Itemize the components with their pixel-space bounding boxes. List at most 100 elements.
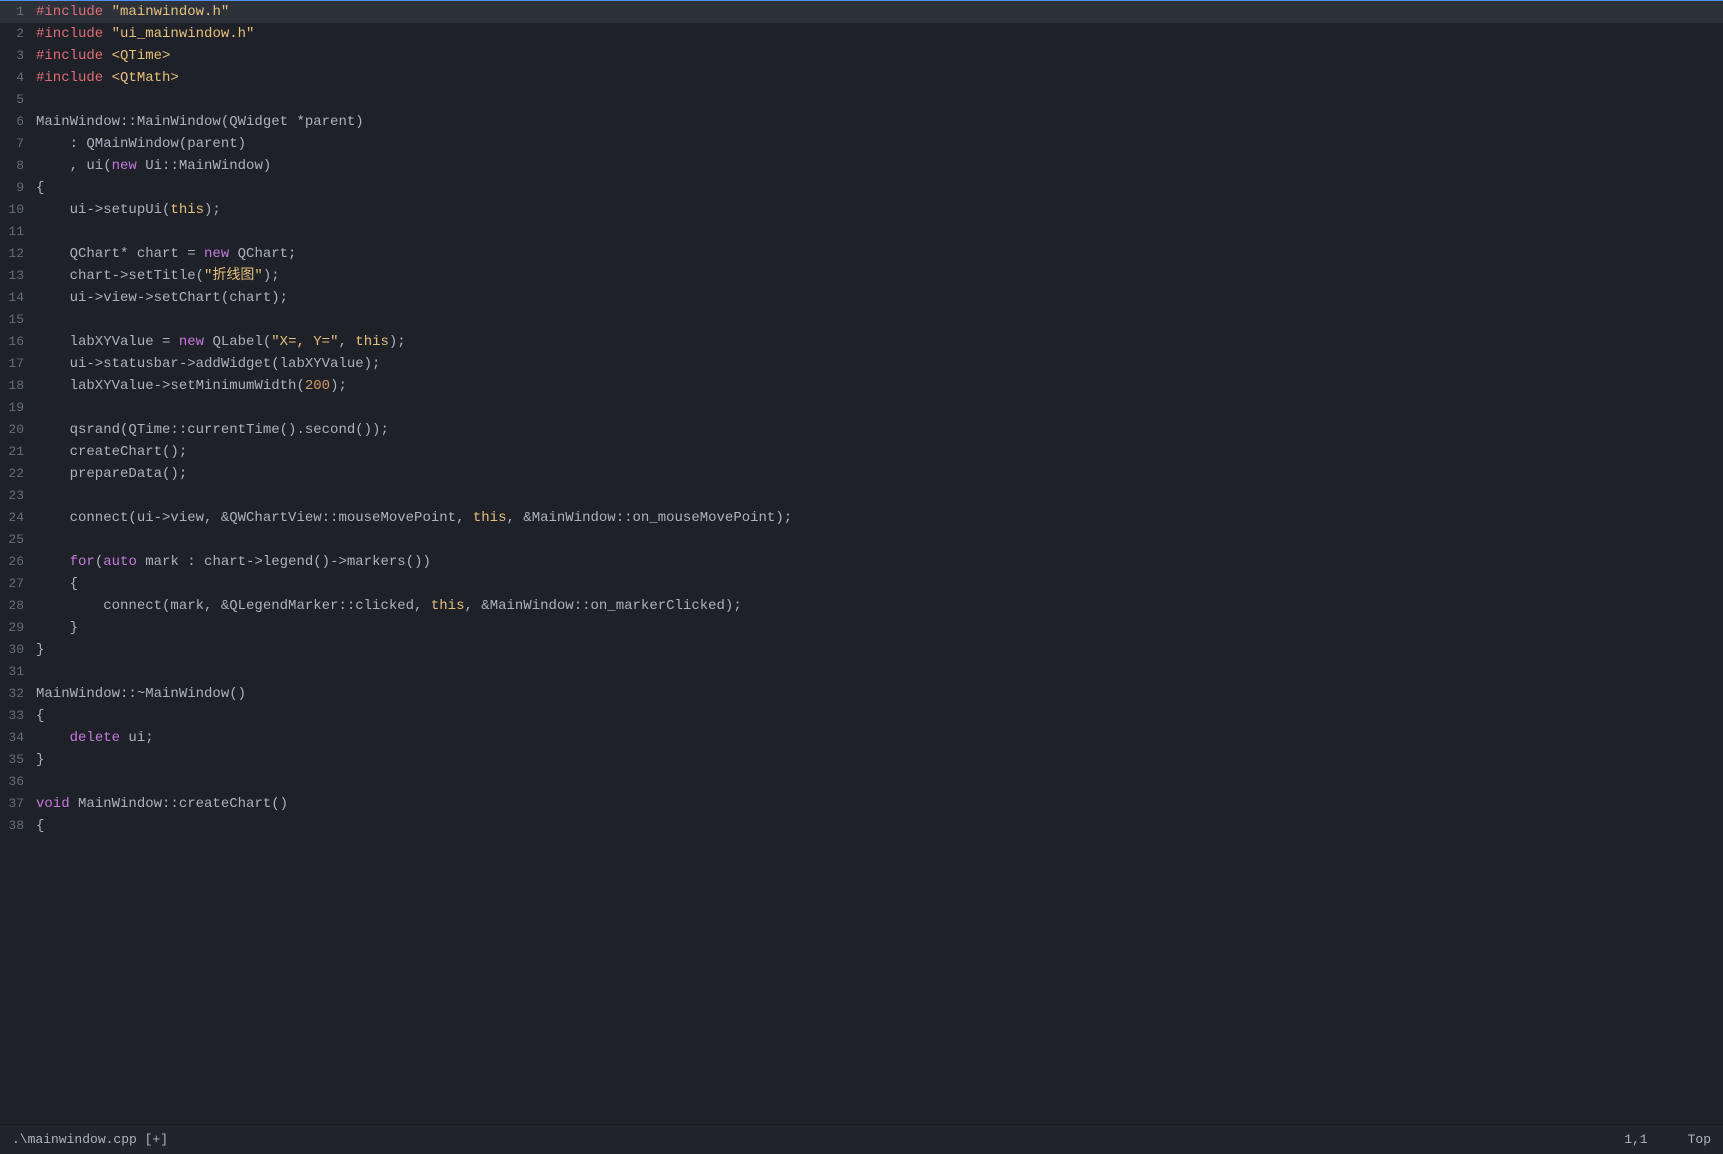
line-number: 8 <box>0 155 36 177</box>
line-content: qsrand(QTime::currentTime().second()); <box>36 419 1715 441</box>
line-number: 9 <box>0 177 36 199</box>
code-line: 36 <box>0 771 1723 793</box>
line-number: 10 <box>0 199 36 221</box>
status-bar: .\mainwindow.cpp [+] 1,1 Top <box>0 1124 1723 1154</box>
line-content: { <box>36 705 1715 727</box>
line-number: 17 <box>0 353 36 375</box>
code-line: 16 labXYValue = new QLabel("X=, Y=", thi… <box>0 331 1723 353</box>
code-line: 29 } <box>0 617 1723 639</box>
status-filename: .\mainwindow.cpp [+] <box>12 1132 1624 1147</box>
code-line: 1#include "mainwindow.h" <box>0 0 1723 23</box>
line-content: } <box>36 617 1715 639</box>
line-number: 32 <box>0 683 36 705</box>
code-line: 33{ <box>0 705 1723 727</box>
line-content: ui->view->setChart(chart); <box>36 287 1715 309</box>
line-content: , ui(new Ui::MainWindow) <box>36 155 1715 177</box>
line-content: MainWindow::MainWindow(QWidget *parent) <box>36 111 1715 133</box>
line-number: 19 <box>0 397 36 419</box>
line-content: labXYValue = new QLabel("X=, Y=", this); <box>36 331 1715 353</box>
code-line: 32MainWindow::~MainWindow() <box>0 683 1723 705</box>
line-number: 37 <box>0 793 36 815</box>
code-line: 21 createChart(); <box>0 441 1723 463</box>
line-number: 6 <box>0 111 36 133</box>
line-content: #include <QtMath> <box>36 67 1715 89</box>
line-number: 4 <box>0 67 36 89</box>
code-line: 34 delete ui; <box>0 727 1723 749</box>
line-number: 11 <box>0 221 36 243</box>
status-scroll: Top <box>1688 1132 1711 1147</box>
line-number: 22 <box>0 463 36 485</box>
code-line: 9{ <box>0 177 1723 199</box>
code-line: 28 connect(mark, &QLegendMarker::clicked… <box>0 595 1723 617</box>
code-line: 5 <box>0 89 1723 111</box>
line-number: 29 <box>0 617 36 639</box>
line-content: connect(mark, &QLegendMarker::clicked, t… <box>36 595 1715 617</box>
code-line: 6MainWindow::MainWindow(QWidget *parent) <box>0 111 1723 133</box>
line-number: 14 <box>0 287 36 309</box>
line-content: for(auto mark : chart->legend()->markers… <box>36 551 1715 573</box>
line-content: { <box>36 815 1715 837</box>
code-editor[interactable]: 1#include "mainwindow.h"2#include "ui_ma… <box>0 0 1723 1124</box>
line-number: 25 <box>0 529 36 551</box>
line-number: 5 <box>0 89 36 111</box>
code-line: 30} <box>0 639 1723 661</box>
line-content: connect(ui->view, &QWChartView::mouseMov… <box>36 507 1715 529</box>
line-content: } <box>36 639 1715 661</box>
line-content: } <box>36 749 1715 771</box>
line-content: { <box>36 177 1715 199</box>
code-line: 17 ui->statusbar->addWidget(labXYValue); <box>0 353 1723 375</box>
code-line: 2#include "ui_mainwindow.h" <box>0 23 1723 45</box>
line-number: 30 <box>0 639 36 661</box>
line-content: : QMainWindow(parent) <box>36 133 1715 155</box>
line-content: QChart* chart = new QChart; <box>36 243 1715 265</box>
status-position: 1,1 <box>1624 1132 1647 1147</box>
line-number: 1 <box>0 1 36 23</box>
line-number: 28 <box>0 595 36 617</box>
line-content: #include "ui_mainwindow.h" <box>36 23 1715 45</box>
line-content: prepareData(); <box>36 463 1715 485</box>
line-number: 18 <box>0 375 36 397</box>
code-line: 20 qsrand(QTime::currentTime().second())… <box>0 419 1723 441</box>
code-line: 13 chart->setTitle("折线图"); <box>0 265 1723 287</box>
code-line: 35} <box>0 749 1723 771</box>
line-content: ui->statusbar->addWidget(labXYValue); <box>36 353 1715 375</box>
code-line: 3#include <QTime> <box>0 45 1723 67</box>
code-line: 8 , ui(new Ui::MainWindow) <box>0 155 1723 177</box>
line-content: delete ui; <box>36 727 1715 749</box>
line-number: 3 <box>0 45 36 67</box>
code-line: 15 <box>0 309 1723 331</box>
code-line: 25 <box>0 529 1723 551</box>
line-content: ui->setupUi(this); <box>36 199 1715 221</box>
line-number: 27 <box>0 573 36 595</box>
line-content: createChart(); <box>36 441 1715 463</box>
code-line: 37void MainWindow::createChart() <box>0 793 1723 815</box>
line-number: 16 <box>0 331 36 353</box>
line-number: 7 <box>0 133 36 155</box>
line-content: { <box>36 573 1715 595</box>
code-line: 31 <box>0 661 1723 683</box>
code-line: 26 for(auto mark : chart->legend()->mark… <box>0 551 1723 573</box>
code-line: 14 ui->view->setChart(chart); <box>0 287 1723 309</box>
code-line: 4#include <QtMath> <box>0 67 1723 89</box>
line-content: MainWindow::~MainWindow() <box>36 683 1715 705</box>
code-line: 7 : QMainWindow(parent) <box>0 133 1723 155</box>
line-number: 26 <box>0 551 36 573</box>
line-content: chart->setTitle("折线图"); <box>36 265 1715 287</box>
line-number: 36 <box>0 771 36 793</box>
code-line: 23 <box>0 485 1723 507</box>
line-number: 13 <box>0 265 36 287</box>
code-line: 38{ <box>0 815 1723 837</box>
line-content: #include "mainwindow.h" <box>36 1 1715 23</box>
line-number: 35 <box>0 749 36 771</box>
code-line: 27 { <box>0 573 1723 595</box>
code-line: 18 labXYValue->setMinimumWidth(200); <box>0 375 1723 397</box>
line-number: 20 <box>0 419 36 441</box>
line-number: 38 <box>0 815 36 837</box>
line-number: 24 <box>0 507 36 529</box>
line-number: 12 <box>0 243 36 265</box>
line-number: 15 <box>0 309 36 331</box>
code-line: 22 prepareData(); <box>0 463 1723 485</box>
line-number: 2 <box>0 23 36 45</box>
code-line: 24 connect(ui->view, &QWChartView::mouse… <box>0 507 1723 529</box>
line-number: 34 <box>0 727 36 749</box>
